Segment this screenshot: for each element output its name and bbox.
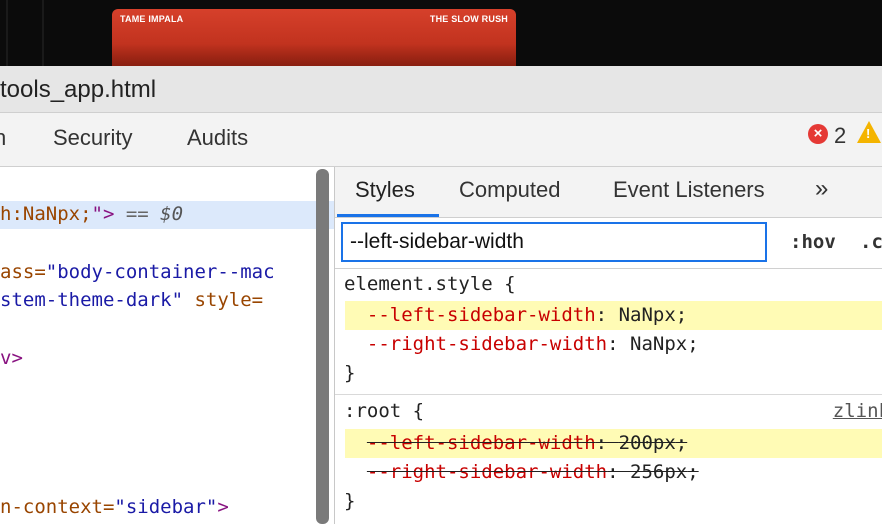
declaration-overridden[interactable]: --left-sidebar-width: 200px; bbox=[344, 432, 687, 454]
declaration[interactable]: --left-sidebar-width: NaNpx; bbox=[344, 304, 687, 326]
dom-line[interactable]: n-context="sidebar"> bbox=[0, 496, 229, 518]
cls-toggle-button[interactable]: .cls bbox=[860, 231, 882, 253]
property-name[interactable]: --left-sidebar-width bbox=[367, 432, 596, 454]
elements-scrollbar[interactable] bbox=[316, 169, 329, 524]
attr-value: "sidebar" bbox=[114, 496, 218, 518]
album-cover: TAME IMPALA THE SLOW RUSH bbox=[112, 9, 516, 66]
tag-close: "> bbox=[91, 203, 115, 225]
property-name[interactable]: --left-sidebar-width bbox=[367, 304, 596, 326]
attr-value: "body-container--mac bbox=[45, 261, 275, 283]
attr-name: n-context= bbox=[0, 496, 115, 518]
background-area: TAME IMPALA THE SLOW RUSH bbox=[0, 0, 882, 66]
style-rules: element.style { --left-sidebar-width: Na… bbox=[335, 269, 882, 524]
tab-computed[interactable]: Computed bbox=[459, 177, 561, 203]
tab-event-listeners[interactable]: Event Listeners bbox=[613, 177, 765, 203]
dom-line[interactable]: stem-theme-dark" style= bbox=[0, 289, 263, 311]
rule-selector[interactable]: :root { bbox=[344, 400, 424, 422]
rule-close-brace: } bbox=[344, 362, 356, 384]
rule-close-brace: } bbox=[344, 490, 356, 512]
tab-security[interactable]: Security bbox=[53, 125, 132, 151]
warning-mark: ! bbox=[866, 126, 871, 141]
rule-source-link[interactable]: zlink bbox=[833, 400, 882, 422]
title-bar: tools_app.html bbox=[0, 66, 882, 113]
attr-name: style= bbox=[183, 289, 264, 311]
tab-audits[interactable]: Audits bbox=[187, 125, 248, 151]
error-count[interactable]: 2 bbox=[834, 123, 846, 149]
property-value[interactable]: NaNpx bbox=[619, 304, 676, 326]
dom-line[interactable]: v> bbox=[0, 347, 23, 369]
property-name[interactable]: --right-sidebar-width bbox=[367, 333, 607, 355]
styles-filter-input[interactable] bbox=[341, 222, 767, 262]
styles-sidebar: Styles Computed Event Listeners » :hov .… bbox=[335, 167, 882, 524]
tab-truncated[interactable]: n bbox=[0, 125, 6, 151]
declaration[interactable]: --right-sidebar-width: NaNpx; bbox=[344, 333, 699, 355]
property-value[interactable]: 256px bbox=[630, 461, 687, 483]
background-stripe bbox=[42, 0, 44, 66]
album-artist: TAME IMPALA bbox=[120, 14, 184, 24]
filter-row: :hov .cls bbox=[335, 218, 882, 269]
dom-line-selected[interactable]: h:NaNpx;"> == $0 bbox=[0, 203, 183, 225]
tag-close: > bbox=[217, 496, 229, 518]
declaration-overridden[interactable]: --right-sidebar-width: 256px; bbox=[344, 461, 699, 483]
album-shade bbox=[112, 44, 516, 66]
more-tabs-chevron-icon[interactable]: » bbox=[815, 175, 828, 203]
attr-value: stem-theme-dark" bbox=[0, 289, 184, 311]
property-value[interactable]: NaNpx bbox=[630, 333, 687, 355]
console-ref: $0 bbox=[160, 203, 184, 225]
main-tab-bar: n Security Audits × 2 ! bbox=[0, 113, 882, 167]
album-title: THE SLOW RUSH bbox=[429, 14, 508, 24]
property-name[interactable]: --right-sidebar-width bbox=[367, 461, 607, 483]
tab-styles[interactable]: Styles bbox=[355, 177, 415, 203]
tag-fragment: v> bbox=[0, 347, 23, 369]
equals-marker: == bbox=[114, 203, 161, 225]
property-value[interactable]: 200px bbox=[619, 432, 676, 454]
window-title: tools_app.html bbox=[0, 76, 157, 103]
attr-name: ass= bbox=[0, 261, 46, 283]
error-circle-icon[interactable]: × bbox=[808, 124, 828, 144]
rule-selector[interactable]: element.style { bbox=[344, 273, 516, 295]
background-stripe bbox=[6, 0, 8, 66]
sidebar-tab-bar: Styles Computed Event Listeners » bbox=[335, 167, 882, 218]
dom-line[interactable]: ass="body-container--mac bbox=[0, 261, 275, 283]
devtools-window: tools_app.html n Security Audits × 2 ! h… bbox=[0, 66, 882, 524]
rule-separator bbox=[335, 394, 882, 395]
elements-panel: h:NaNpx;"> == $0 ass="body-container--ma… bbox=[0, 167, 334, 524]
hov-toggle-button[interactable]: :hov bbox=[790, 231, 836, 253]
style-value-fragment: h:NaNpx; bbox=[0, 203, 92, 225]
active-tab-indicator bbox=[337, 214, 439, 217]
